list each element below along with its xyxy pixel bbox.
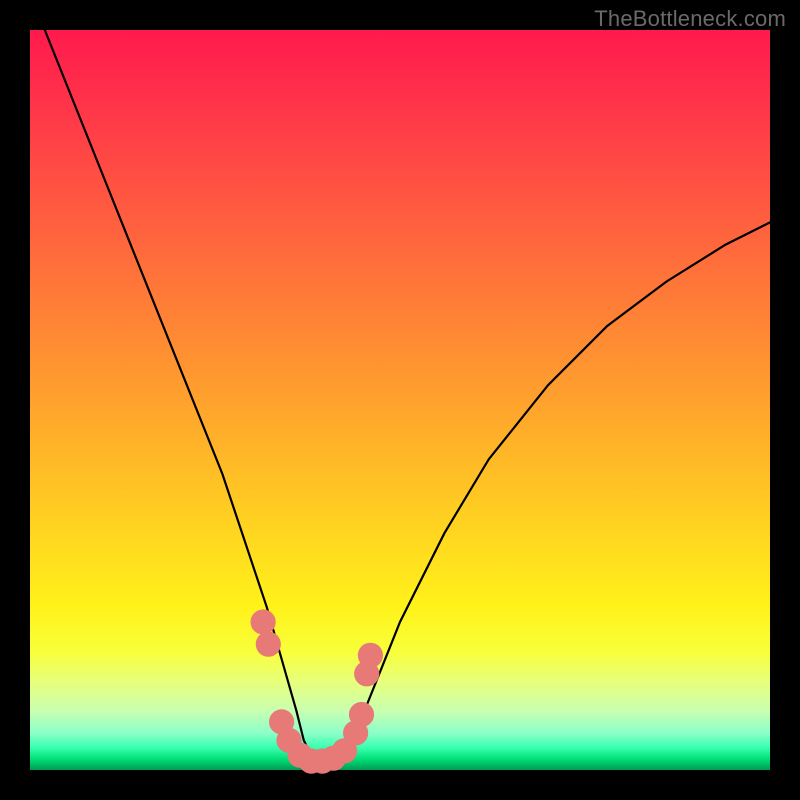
chart-plot-area [30, 30, 770, 770]
chart-svg [30, 30, 770, 770]
curve-markers [251, 609, 384, 773]
curve-marker [349, 702, 374, 727]
curve-marker [358, 643, 383, 668]
chart-frame: TheBottleneck.com [0, 0, 800, 800]
curve-marker [256, 632, 281, 657]
curve-marker [251, 609, 276, 634]
bottleneck-curve [45, 30, 770, 763]
watermark-text: TheBottleneck.com [594, 6, 786, 32]
